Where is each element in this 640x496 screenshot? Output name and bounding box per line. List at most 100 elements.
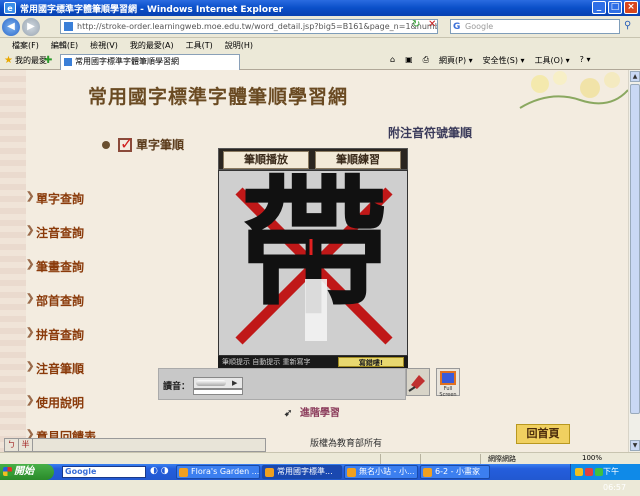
stroke-tabs: 筆順播放 筆順練習	[218, 148, 408, 170]
flower-decoration	[519, 71, 628, 109]
nav-label: 部首查詢	[36, 294, 85, 308]
minimize-button[interactable]: _	[592, 1, 606, 14]
search-placeholder: Google	[465, 22, 494, 31]
status-divider	[380, 454, 381, 464]
nav-label: 筆畫查詢	[36, 260, 85, 274]
task-label: 無名小站 - 小...	[359, 467, 415, 476]
task-icon	[423, 468, 432, 477]
taskbar: 開始 Google ◐ ◑ Flora's Garden ... 常用國字標準.…	[0, 464, 640, 492]
task-label: 常用國字標準...	[277, 467, 333, 476]
task-wretch[interactable]: 無名小站 - 小...	[344, 465, 418, 479]
stroke-canvas[interactable]: 帶	[218, 170, 408, 356]
nav-zhuyin-stroke[interactable]: ❯ 注音筆順	[26, 360, 96, 394]
fullscreen-label: Full Screen	[439, 386, 457, 398]
menu-tools[interactable]: 工具(T)	[186, 40, 213, 51]
fullscreen-button[interactable]: Full Screen	[436, 368, 460, 398]
pronounce-label: 讀音：	[163, 382, 191, 392]
page-menu[interactable]: 網頁(P) ▾	[439, 55, 473, 66]
left-decoration	[0, 70, 26, 452]
page-subtitle: 附注音符號筆順	[388, 126, 473, 140]
close-button[interactable]: ×	[624, 1, 638, 14]
maximize-button[interactable]: □	[608, 1, 622, 14]
tab-current[interactable]: 常用國字標準字體筆順學習網	[60, 54, 240, 70]
start-button[interactable]: 開始	[0, 464, 54, 480]
stop-icon[interactable]: ✕	[428, 19, 441, 32]
tools-menu[interactable]: 工具(O) ▾	[535, 55, 570, 66]
address-url: http://stroke-order.learningweb.moe.edu.…	[77, 22, 437, 31]
copyright-text: 版權為教育部所有	[310, 439, 383, 449]
stroke-controls: 筆順提示 自動提示 重新寫字 寫錯嘍!	[218, 356, 408, 368]
nav-zhuyin-query[interactable]: ❯ 注音查詢	[26, 224, 96, 258]
audio-player[interactable]: ▶	[193, 377, 243, 389]
nav-label: 使用說明	[36, 396, 85, 410]
ime-key-halfwidth[interactable]: 半	[19, 439, 33, 451]
back-button[interactable]: ◀	[2, 17, 20, 36]
ime-bar: ㄅ 半	[4, 438, 266, 452]
window-controls: _ □ ×	[592, 1, 638, 14]
task-paint[interactable]: 6-2 - 小畫家	[420, 465, 490, 479]
tray-icon[interactable]	[585, 468, 593, 476]
wrong-label: 寫錯嘍!	[338, 357, 404, 367]
site-title: 常用國字標準字體筆順學習網	[88, 86, 349, 108]
feeds-icon[interactable]: ▣	[405, 55, 413, 66]
address-bar[interactable]: http://stroke-order.learningweb.moe.edu.…	[60, 19, 438, 34]
menu-help[interactable]: 說明(H)	[225, 40, 253, 51]
task-icon	[265, 468, 274, 477]
ie-icon: e	[4, 2, 16, 14]
page-scrollbar[interactable]: ▲ ▼	[628, 70, 640, 452]
sidebar-nav: ❯ 單字查詢 ❯ 注音查詢 ❯ 筆畫查詢 ❯ 部首查詢 ❯ 拼音查詢 ❯ 注音筆順 ❯ 使用說…	[26, 190, 96, 452]
scroll-thumb[interactable]	[630, 84, 640, 414]
quick-launch-icons[interactable]: ◐ ◑	[150, 466, 169, 476]
single-char-label: 單字筆順	[136, 138, 185, 152]
scroll-down-icon[interactable]: ▼	[630, 440, 640, 451]
audio-volume[interactable]	[193, 389, 243, 395]
tab-stroke-play[interactable]: 筆順播放	[223, 151, 309, 169]
nav-radical-query[interactable]: ❯ 部首查詢	[26, 292, 96, 326]
favorites-button[interactable]: ★ 我的最愛	[4, 55, 47, 66]
favorites-label: 我的最愛	[14, 56, 47, 65]
tab-stroke-practice[interactable]: 筆順練習	[315, 151, 401, 169]
desktop-search-input[interactable]: Google	[62, 466, 146, 478]
safety-menu[interactable]: 安全性(S) ▾	[483, 55, 525, 66]
menu-favorites[interactable]: 我的最愛(A)	[130, 40, 174, 51]
print-icon[interactable]: ⎙	[423, 55, 429, 66]
home-button[interactable]: 回首頁	[516, 424, 570, 444]
forward-button[interactable]: ▶	[22, 17, 40, 36]
chevron-icon: ❯	[26, 293, 35, 304]
write-tool-icon[interactable]	[406, 368, 430, 396]
advanced-link[interactable]: ➹ 進階學習	[284, 404, 340, 419]
task-current[interactable]: 常用國字標準...	[262, 465, 342, 479]
status-bar: 網際網路 100%	[0, 452, 640, 464]
search-icon[interactable]: ⚲	[624, 20, 631, 31]
chevron-icon: ❯	[26, 327, 35, 338]
nav-stroke-query[interactable]: ❯ 筆畫查詢	[26, 258, 96, 292]
add-favorite-icon[interactable]: ✚	[44, 55, 52, 66]
task-flora[interactable]: Flora's Garden ...	[176, 465, 260, 479]
controls-text[interactable]: 筆順提示 自動提示 重新寫字	[222, 358, 310, 366]
nav-single-char-query[interactable]: ❯ 單字查詢	[26, 190, 96, 224]
search-input[interactable]: G Google	[450, 19, 620, 34]
scroll-up-icon[interactable]: ▲	[630, 71, 640, 82]
menu-file[interactable]: 檔案(F)	[12, 40, 39, 51]
tray-icon[interactable]	[575, 468, 583, 476]
menu-view[interactable]: 檢視(V)	[90, 40, 118, 51]
nav-instructions[interactable]: ❯ 使用說明	[26, 394, 96, 428]
tray-icon[interactable]	[595, 468, 603, 476]
address-row: ◀ ▶ http://stroke-order.learningweb.moe.…	[0, 16, 640, 38]
ime-key-zhuyin[interactable]: ㄅ	[5, 439, 19, 451]
zoom-level[interactable]: 100%	[582, 454, 602, 462]
menu-bar: 檔案(F) 編輯(E) 檢視(V) 我的最愛(A) 工具(T) 說明(H)	[0, 38, 640, 52]
audio-progress[interactable]	[196, 380, 226, 386]
star-icon: ★	[4, 55, 13, 66]
nav-label: 注音查詢	[36, 226, 85, 240]
play-icon[interactable]: ▶	[232, 379, 237, 387]
google-icon: G	[453, 22, 461, 32]
refresh-icon[interactable]: ↻	[412, 19, 425, 32]
nav-pinyin-query[interactable]: ❯ 拼音查詢	[26, 326, 96, 360]
brush-icon	[408, 375, 425, 392]
menu-edit[interactable]: 編輯(E)	[51, 40, 78, 51]
chevron-icon: ❯	[26, 191, 35, 202]
status-divider	[480, 454, 481, 464]
help-menu[interactable]: ? ▾	[580, 55, 591, 66]
home-icon[interactable]: ⌂	[390, 55, 395, 66]
